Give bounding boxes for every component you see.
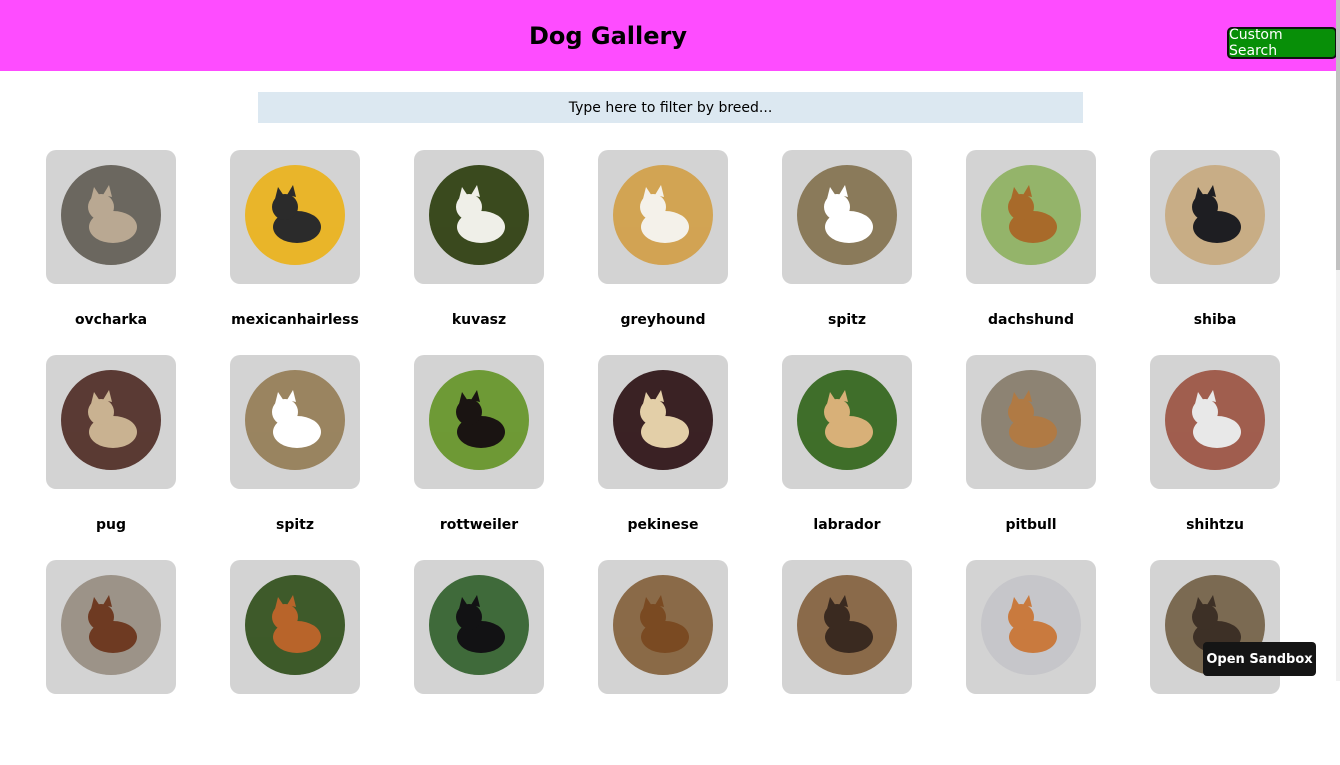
dog-image-frame[interactable]: [1150, 355, 1280, 489]
dog-photo: [245, 165, 345, 265]
dog-photo: [1165, 370, 1265, 470]
dog-image-frame[interactable]: [598, 560, 728, 694]
dog-photo: [245, 370, 345, 470]
dog-card[interactable]: pitbull: [920, 355, 1104, 560]
dog-photo: [245, 575, 345, 675]
dog-card[interactable]: [368, 560, 552, 765]
dog-photo: [981, 370, 1081, 470]
dog-photo: [797, 575, 897, 675]
dog-card[interactable]: [920, 560, 1104, 765]
dog-photo: [613, 370, 713, 470]
dog-image-frame[interactable]: [598, 150, 728, 284]
dog-photo: [61, 370, 161, 470]
dog-card[interactable]: [552, 560, 736, 765]
dog-photo: [429, 370, 529, 470]
dog-image-frame[interactable]: [966, 150, 1096, 284]
dog-card[interactable]: mexicanhairless: [184, 150, 368, 355]
dog-card[interactable]: shiba: [1104, 150, 1288, 355]
scrollbar-thumb[interactable]: [1336, 0, 1340, 270]
dog-photo: [797, 370, 897, 470]
dog-card[interactable]: spitz: [184, 355, 368, 560]
dog-card[interactable]: [0, 560, 184, 765]
breed-label: shiba: [1193, 312, 1237, 328]
dog-photo: [981, 165, 1081, 265]
dog-card[interactable]: pekinese: [552, 355, 736, 560]
dog-image-frame[interactable]: [1150, 150, 1280, 284]
dog-image-frame[interactable]: [230, 150, 360, 284]
open-sandbox-button[interactable]: Open Sandbox: [1203, 642, 1316, 676]
dog-card[interactable]: [736, 560, 920, 765]
dog-image-frame[interactable]: [230, 355, 360, 489]
dog-card[interactable]: greyhound: [552, 150, 736, 355]
dog-card[interactable]: shihtzu: [1104, 355, 1288, 560]
dog-card[interactable]: spitz: [736, 150, 920, 355]
dog-image-frame[interactable]: [598, 355, 728, 489]
dog-card[interactable]: dachshund: [920, 150, 1104, 355]
dog-photo: [1165, 165, 1265, 265]
dog-photo: [981, 575, 1081, 675]
dog-image-frame[interactable]: [414, 560, 544, 694]
dog-image-frame[interactable]: [46, 560, 176, 694]
dog-photo: [61, 575, 161, 675]
dog-image-frame[interactable]: [414, 150, 544, 284]
dog-photo: [61, 165, 161, 265]
dog-image-frame[interactable]: [46, 150, 176, 284]
dog-card[interactable]: pug: [0, 355, 184, 560]
dog-image-frame[interactable]: [414, 355, 544, 489]
dog-card[interactable]: rottweiler: [368, 355, 552, 560]
dog-image-frame[interactable]: [966, 560, 1096, 694]
breed-label: shihtzu: [1186, 517, 1244, 533]
dog-photo: [613, 165, 713, 265]
dog-image-frame[interactable]: [230, 560, 360, 694]
dog-photo: [429, 575, 529, 675]
dog-photo: [429, 165, 529, 265]
dog-card[interactable]: [184, 560, 368, 765]
dog-photo: [797, 165, 897, 265]
dog-photo: [613, 575, 713, 675]
dog-image-frame[interactable]: [782, 560, 912, 694]
dog-image-frame[interactable]: [966, 355, 1096, 489]
dog-image-frame[interactable]: [782, 150, 912, 284]
dog-image-frame[interactable]: [782, 355, 912, 489]
dog-gallery-grid: ovcharka mexicanhairless kuvasz greyhound sp…: [0, 0, 1336, 694]
dog-card[interactable]: kuvasz: [368, 150, 552, 355]
dog-image-frame[interactable]: [46, 355, 176, 489]
dog-card[interactable]: ovcharka: [0, 150, 184, 355]
dog-card[interactable]: labrador: [736, 355, 920, 560]
